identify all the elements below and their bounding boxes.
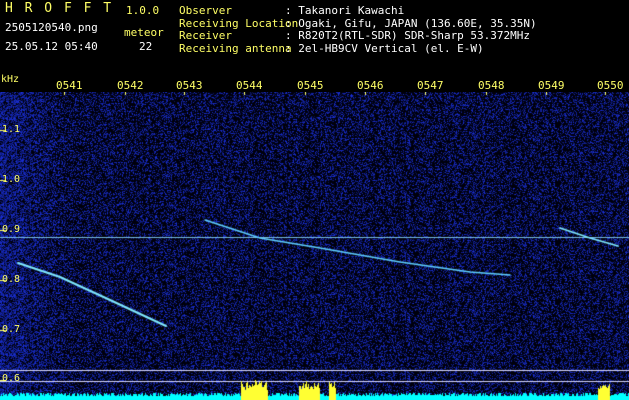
x-tick-label: 0543: [176, 79, 203, 92]
y-tick-label: 0.8: [2, 274, 21, 285]
x-tick-label: 0541: [56, 79, 83, 92]
x-tick-label: 0544: [236, 79, 263, 92]
y-tick-label: 1.1: [2, 124, 21, 135]
info-value: : Takanori Kawachi: [285, 4, 405, 17]
meteor-label: meteor: [124, 26, 164, 39]
y-axis-unit: kHz: [1, 74, 20, 85]
spectrogram-canvas: [0, 92, 629, 400]
x-tick-label: 0549: [538, 79, 565, 92]
y-tick-label: 0.9: [2, 224, 21, 235]
y-tick-label: 1.0: [2, 174, 21, 185]
info-value: : 2el-HB9CV Vertical (el. E-W): [285, 42, 484, 55]
y-tick-label: 0.7: [2, 324, 21, 335]
info-label: Receiver: [179, 29, 232, 42]
x-tick-label: 0547: [417, 79, 444, 92]
file-datetime: 25.05.12 05:40: [5, 40, 98, 53]
y-tick-label: 0.6: [2, 373, 21, 384]
hrofft-spectrogram-window: H R O F F T 1.0.0 2505120540.png 25.05.1…: [0, 0, 629, 400]
x-tick-label: 0542: [117, 79, 144, 92]
app-version: 1.0.0: [126, 4, 160, 17]
info-label: Observer: [179, 4, 232, 17]
x-tick-label: 0545: [297, 79, 324, 92]
x-tick-label: 0548: [478, 79, 505, 92]
info-label: Receiving antenna: [179, 42, 292, 55]
info-value: : R820T2(RTL-SDR) SDR-Sharp 53.372MHz: [285, 29, 531, 42]
x-tick-label: 0546: [357, 79, 384, 92]
file-name: 2505120540.png: [5, 21, 98, 34]
app-name: H R O F F T: [5, 1, 114, 16]
meteor-count: 22: [139, 40, 153, 53]
x-tick-label: 0550: [597, 79, 624, 92]
